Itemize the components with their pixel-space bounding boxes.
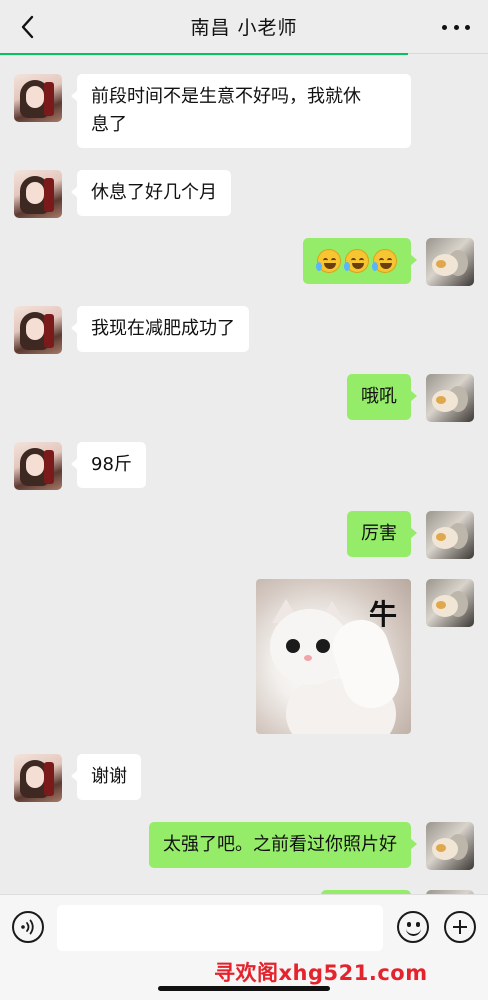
message-text: 谢谢 <box>91 766 127 787</box>
dot <box>465 24 470 30</box>
chat-title: 南昌 小老师 <box>190 17 298 39</box>
outgoing-message-bubble[interactable]: 哦吼 <box>347 374 417 420</box>
my-avatar[interactable] <box>426 238 474 286</box>
cat-sticker-image[interactable]: 牛 <box>256 579 411 734</box>
dot <box>453 24 459 30</box>
dot <box>442 24 447 30</box>
my-avatar[interactable] <box>426 511 474 559</box>
contact-avatar[interactable] <box>14 74 62 122</box>
message-text: 休息了好几个月 <box>91 182 217 203</box>
message-text: 前段时间不是生意不好吗，我就休 <box>91 86 361 107</box>
message-input[interactable] <box>57 905 383 951</box>
home-indicator[interactable] <box>158 986 330 991</box>
contact-avatar[interactable] <box>14 442 62 490</box>
message-text: 息了 <box>91 114 127 135</box>
contact-avatar[interactable] <box>14 170 62 218</box>
emoji-icon[interactable] <box>397 911 429 943</box>
voice-icon[interactable] <box>12 911 44 943</box>
message-text: 98斤 <box>91 454 132 475</box>
plus-icon[interactable] <box>444 911 476 943</box>
input-bar: 寻欢阁xhg521.com <box>0 894 488 1000</box>
outgoing-message-bubble[interactable] <box>303 238 417 284</box>
my-avatar[interactable] <box>426 579 474 627</box>
incoming-message-bubble[interactable]: 前段时间不是生意不好吗，我就休 息了 <box>71 74 411 148</box>
outgoing-message-bubble[interactable]: 太强了吧。之前看过你照片好 <box>149 822 417 868</box>
back-chevron-icon[interactable] <box>16 14 38 40</box>
rolling-on-floor-laughing-icon <box>372 249 397 273</box>
message-text: 厉害 <box>361 523 397 544</box>
message-text: 太强了吧。之前看过你照片好 <box>163 834 397 855</box>
rolling-on-floor-laughing-icon <box>316 249 341 273</box>
message-text: 我现在减肥成功了 <box>91 318 235 339</box>
rolling-on-floor-laughing-icon <box>344 249 369 273</box>
contact-avatar[interactable] <box>14 306 62 354</box>
message-text: 哦吼 <box>361 386 397 407</box>
watermark-text: 寻欢阁xhg521.com <box>214 961 428 985</box>
my-avatar[interactable] <box>426 822 474 870</box>
sticker-caption: 牛 <box>368 598 397 631</box>
message-list[interactable]: 前段时间不是生意不好吗，我就休 息了 休息了好几个月 我现在减肥成功了 哦吼 9… <box>0 54 488 894</box>
incoming-message-bubble[interactable]: 休息了好几个月 <box>71 170 231 216</box>
incoming-message-bubble[interactable]: 98斤 <box>71 442 146 488</box>
outgoing-message-bubble[interactable]: 厉害 <box>347 511 417 557</box>
chat-header: 南昌 小老师 <box>0 0 488 55</box>
my-avatar[interactable] <box>426 374 474 422</box>
incoming-message-bubble[interactable]: 我现在减肥成功了 <box>71 306 249 352</box>
contact-avatar[interactable] <box>14 754 62 802</box>
incoming-message-bubble[interactable]: 谢谢 <box>71 754 141 800</box>
more-dots-icon[interactable] <box>442 18 470 36</box>
